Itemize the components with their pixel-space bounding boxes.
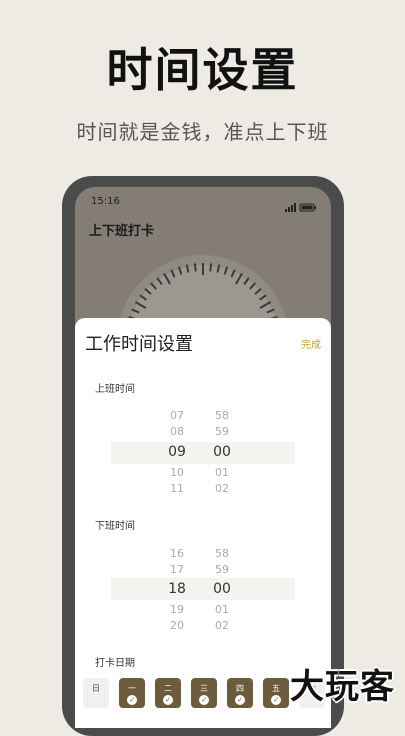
day-label: 二	[164, 684, 172, 693]
day-label: 五	[272, 684, 280, 693]
start-time-label: 上班时间	[95, 384, 135, 395]
signal-icon	[285, 203, 316, 212]
check-icon: ✓	[199, 695, 209, 705]
end-minute-option[interactable]: 01	[202, 603, 242, 616]
day-label: 日	[92, 684, 100, 693]
sheet-title: 工作时间设置	[85, 334, 193, 355]
day-toggle-mon[interactable]: 一 ✓	[119, 678, 145, 708]
start-hour-option[interactable]: 08	[157, 425, 197, 438]
dial-tick	[209, 263, 213, 272]
end-hour-option[interactable]: 17	[157, 563, 197, 576]
check-icon: ✓	[235, 695, 245, 705]
day-toggle-thu[interactable]: 四 ✓	[227, 678, 253, 708]
punch-days-label: 打卡日期	[95, 658, 135, 669]
day-toggle-sun[interactable]: 日	[83, 678, 109, 708]
start-hour-option[interactable]: 11	[157, 482, 197, 495]
start-hour-selected[interactable]: 09	[157, 444, 197, 460]
end-minute-option[interactable]: 02	[202, 619, 242, 632]
start-minute-option[interactable]: 59	[202, 425, 242, 438]
end-minute-option[interactable]: 59	[202, 563, 242, 576]
app-title: 上下班打卡	[89, 224, 155, 239]
day-toggle-tue[interactable]: 二 ✓	[155, 678, 181, 708]
check-icon: ✓	[163, 695, 173, 705]
day-toggle-fri[interactable]: 五 ✓	[263, 678, 289, 708]
day-label: 四	[236, 684, 244, 693]
watermark-logo: 大玩客	[290, 667, 395, 707]
end-hour-option[interactable]: 16	[157, 547, 197, 560]
battery-icon	[299, 203, 316, 212]
start-hour-option[interactable]: 10	[157, 466, 197, 479]
start-minute-option[interactable]: 02	[202, 482, 242, 495]
day-toggle-wed[interactable]: 三 ✓	[191, 678, 217, 708]
status-time: 15:16	[91, 196, 120, 207]
day-label: 一	[128, 684, 136, 693]
promo-headline: 时间设置	[106, 43, 299, 97]
check-icon: ✓	[271, 695, 281, 705]
check-icon: ✓	[127, 695, 137, 705]
end-hour-selected[interactable]: 18	[157, 581, 197, 597]
dial-tick	[193, 263, 197, 272]
day-label: 三	[200, 684, 208, 693]
start-minute-option[interactable]: 01	[202, 466, 242, 479]
end-minute-selected[interactable]: 00	[202, 581, 242, 597]
end-hour-option[interactable]: 19	[157, 603, 197, 616]
end-time-label: 下班时间	[95, 521, 135, 532]
start-minute-option[interactable]: 58	[202, 409, 242, 422]
done-button[interactable]: 完成	[301, 336, 321, 351]
end-hour-option[interactable]: 20	[157, 619, 197, 632]
end-minute-option[interactable]: 58	[202, 547, 242, 560]
start-minute-selected[interactable]: 00	[202, 444, 242, 460]
start-hour-option[interactable]: 07	[157, 409, 197, 422]
promo-subline: 时间就是金钱，准点上下班	[76, 120, 329, 144]
status-icons	[285, 197, 317, 216]
